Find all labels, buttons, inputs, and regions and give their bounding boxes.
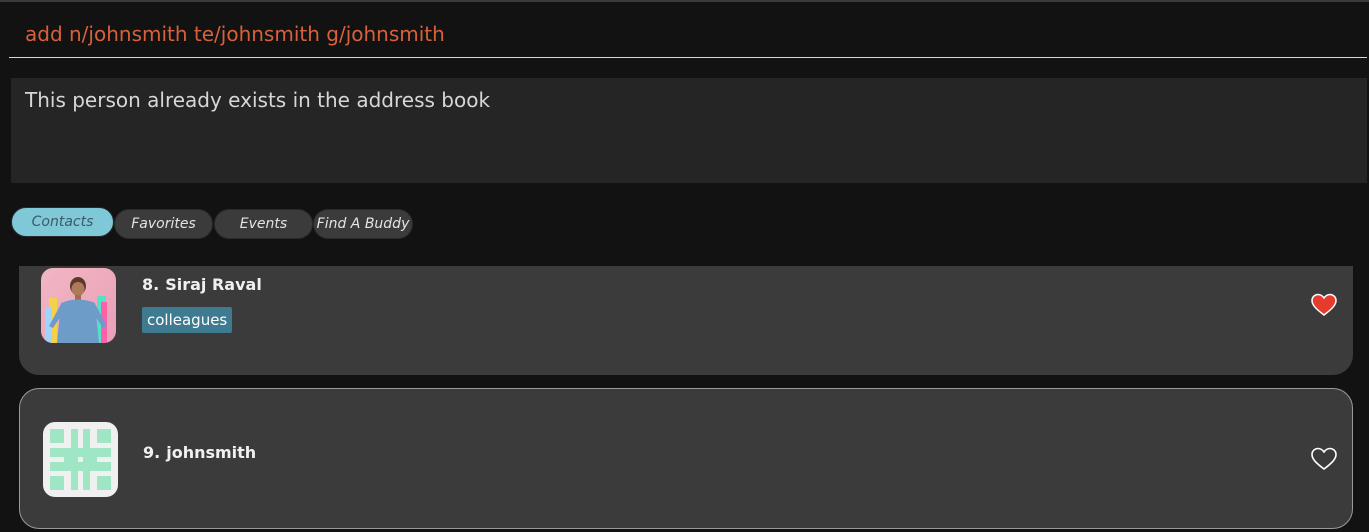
app-window: add n/johnsmith te/johnsmith g/johnsmith… [0, 0, 1369, 532]
tab-favorites[interactable]: Favorites [114, 209, 213, 239]
tag-label: colleagues [147, 311, 228, 329]
contact-name: 8. Siraj Raval [142, 275, 262, 294]
contact-card[interactable]: 9. johnsmith [19, 388, 1353, 529]
photo-avatar-icon [41, 268, 116, 343]
tab-events-label: Events [239, 216, 288, 232]
contact-index: 9. [143, 443, 161, 462]
contact-list[interactable]: 8. Siraj Raval colleagues 9. johnsmith [0, 266, 1369, 532]
tab-find-a-buddy-label: Find A Buddy [316, 216, 410, 232]
tab-favorites-label: Favorites [131, 216, 196, 232]
tab-events[interactable]: Events [214, 209, 313, 239]
tab-contacts-label: Contacts [31, 214, 94, 230]
contact-name: 9. johnsmith [143, 443, 256, 462]
result-message: This person already exists in the addres… [25, 88, 491, 112]
identicon-avatar-icon [43, 422, 118, 497]
tab-contacts[interactable]: Contacts [11, 207, 114, 237]
contact-index: 8. [142, 275, 160, 294]
heart-filled-icon[interactable] [1311, 293, 1337, 317]
contact-name-text: johnsmith [166, 443, 257, 462]
result-display: This person already exists in the addres… [11, 78, 1367, 183]
tag-badge: colleagues [142, 307, 233, 333]
command-input-text[interactable]: add n/johnsmith te/johnsmith g/johnsmith [25, 22, 445, 46]
contact-name-text: Siraj Raval [165, 275, 262, 294]
heart-outline-icon[interactable] [1311, 447, 1337, 471]
tab-find-a-buddy[interactable]: Find A Buddy [313, 209, 413, 239]
command-input[interactable]: add n/johnsmith te/johnsmith g/johnsmith [9, 14, 1367, 58]
contact-card[interactable]: 8. Siraj Raval colleagues [19, 266, 1353, 375]
